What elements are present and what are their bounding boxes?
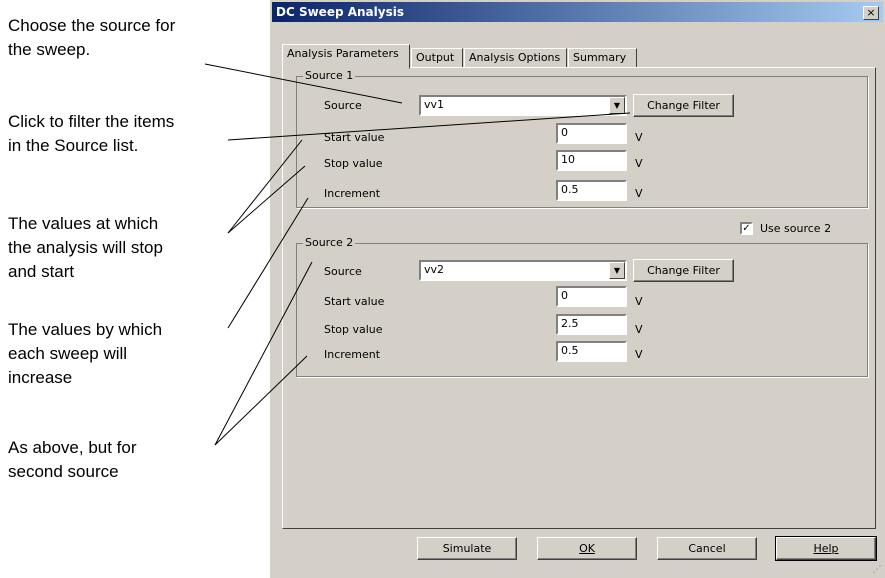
chevron-down-icon[interactable]: ▼ xyxy=(609,97,625,114)
source2-increment-label: Increment xyxy=(324,348,381,361)
source2-stop-input[interactable]: 2.5 xyxy=(556,314,627,335)
source1-increment-input[interactable]: 0.5 xyxy=(556,180,627,201)
use-source2-checkbox[interactable]: ✓ xyxy=(740,222,753,235)
source2-title: Source 2 xyxy=(303,236,356,250)
source1-source-label: Source xyxy=(324,99,362,112)
source1-change-filter-button[interactable]: Change Filter xyxy=(633,94,734,117)
source1-start-label: Start value xyxy=(324,131,385,144)
dialog-title-bar: DC Sweep Analysis × xyxy=(272,2,883,22)
source2-source-select[interactable]: vv2 ▼ xyxy=(419,260,627,281)
source1-title: Source 1 xyxy=(303,69,356,83)
tab-output[interactable]: Output xyxy=(411,48,463,68)
chevron-down-icon[interactable]: ▼ xyxy=(609,262,625,279)
source2-change-filter-button[interactable]: Change Filter xyxy=(633,259,734,282)
resize-grip-icon[interactable]: ⋰ xyxy=(871,564,883,576)
source1-increment-label: Increment xyxy=(324,187,381,200)
source2-start-unit: V xyxy=(635,295,643,308)
help-label: Help xyxy=(813,542,839,555)
annotation-second-source: As above, but for second source xyxy=(8,438,137,481)
source1-stop-input[interactable]: 10 xyxy=(556,150,627,171)
tab-analysis-parameters[interactable]: Analysis Parameters xyxy=(282,44,410,69)
source2-stop-unit: V xyxy=(635,323,643,336)
source1-increment-unit: V xyxy=(635,187,643,200)
dc-sweep-dialog: DC Sweep Analysis × Analysis Parameters … xyxy=(269,0,885,578)
source2-start-label: Start value xyxy=(324,295,385,308)
source2-group: Source 2 Source vv2 ▼ Change Filter Star… xyxy=(296,236,868,377)
cancel-button[interactable]: Cancel xyxy=(657,537,757,560)
help-button[interactable]: Help xyxy=(775,536,877,561)
close-icon[interactable]: × xyxy=(863,6,879,20)
simulate-button[interactable]: Simulate xyxy=(417,537,517,560)
source2-source-value: vv2 xyxy=(424,263,445,276)
annotation-stop-start: The values at which the analysis will st… xyxy=(8,214,163,281)
tab-summary[interactable]: Summary xyxy=(568,48,637,68)
tab-analysis-options[interactable]: Analysis Options xyxy=(464,48,567,68)
ok-label: OK xyxy=(579,542,595,555)
source2-stop-label: Stop value xyxy=(324,323,383,336)
use-source2-label: Use source 2 xyxy=(760,222,832,235)
ok-button[interactable]: OK xyxy=(537,537,637,560)
tab-panel: Source 1 Source vv1 ▼ Change Filter Star… xyxy=(282,67,876,529)
annotation-filter: Click to filter the items in the Source … xyxy=(8,112,175,155)
source1-start-input[interactable]: 0 xyxy=(556,123,627,144)
source1-stop-label: Stop value xyxy=(324,157,383,170)
source2-increment-unit: V xyxy=(635,348,643,361)
source1-source-select[interactable]: vv1 ▼ xyxy=(419,95,627,116)
source2-start-input[interactable]: 0 xyxy=(556,286,627,307)
source2-increment-input[interactable]: 0.5 xyxy=(556,341,627,362)
source2-source-label: Source xyxy=(324,265,362,278)
source1-stop-unit: V xyxy=(635,157,643,170)
dialog-title: DC Sweep Analysis xyxy=(276,5,404,19)
source1-group: Source 1 Source vv1 ▼ Change Filter Star… xyxy=(296,69,868,208)
annotation-increment: The values by which each sweep will incr… xyxy=(8,320,163,387)
cancel-label: Cancel xyxy=(688,542,726,555)
annotation-source: Choose the source for the sweep. xyxy=(8,16,176,59)
source1-source-value: vv1 xyxy=(424,98,445,111)
source1-start-unit: V xyxy=(635,131,643,144)
